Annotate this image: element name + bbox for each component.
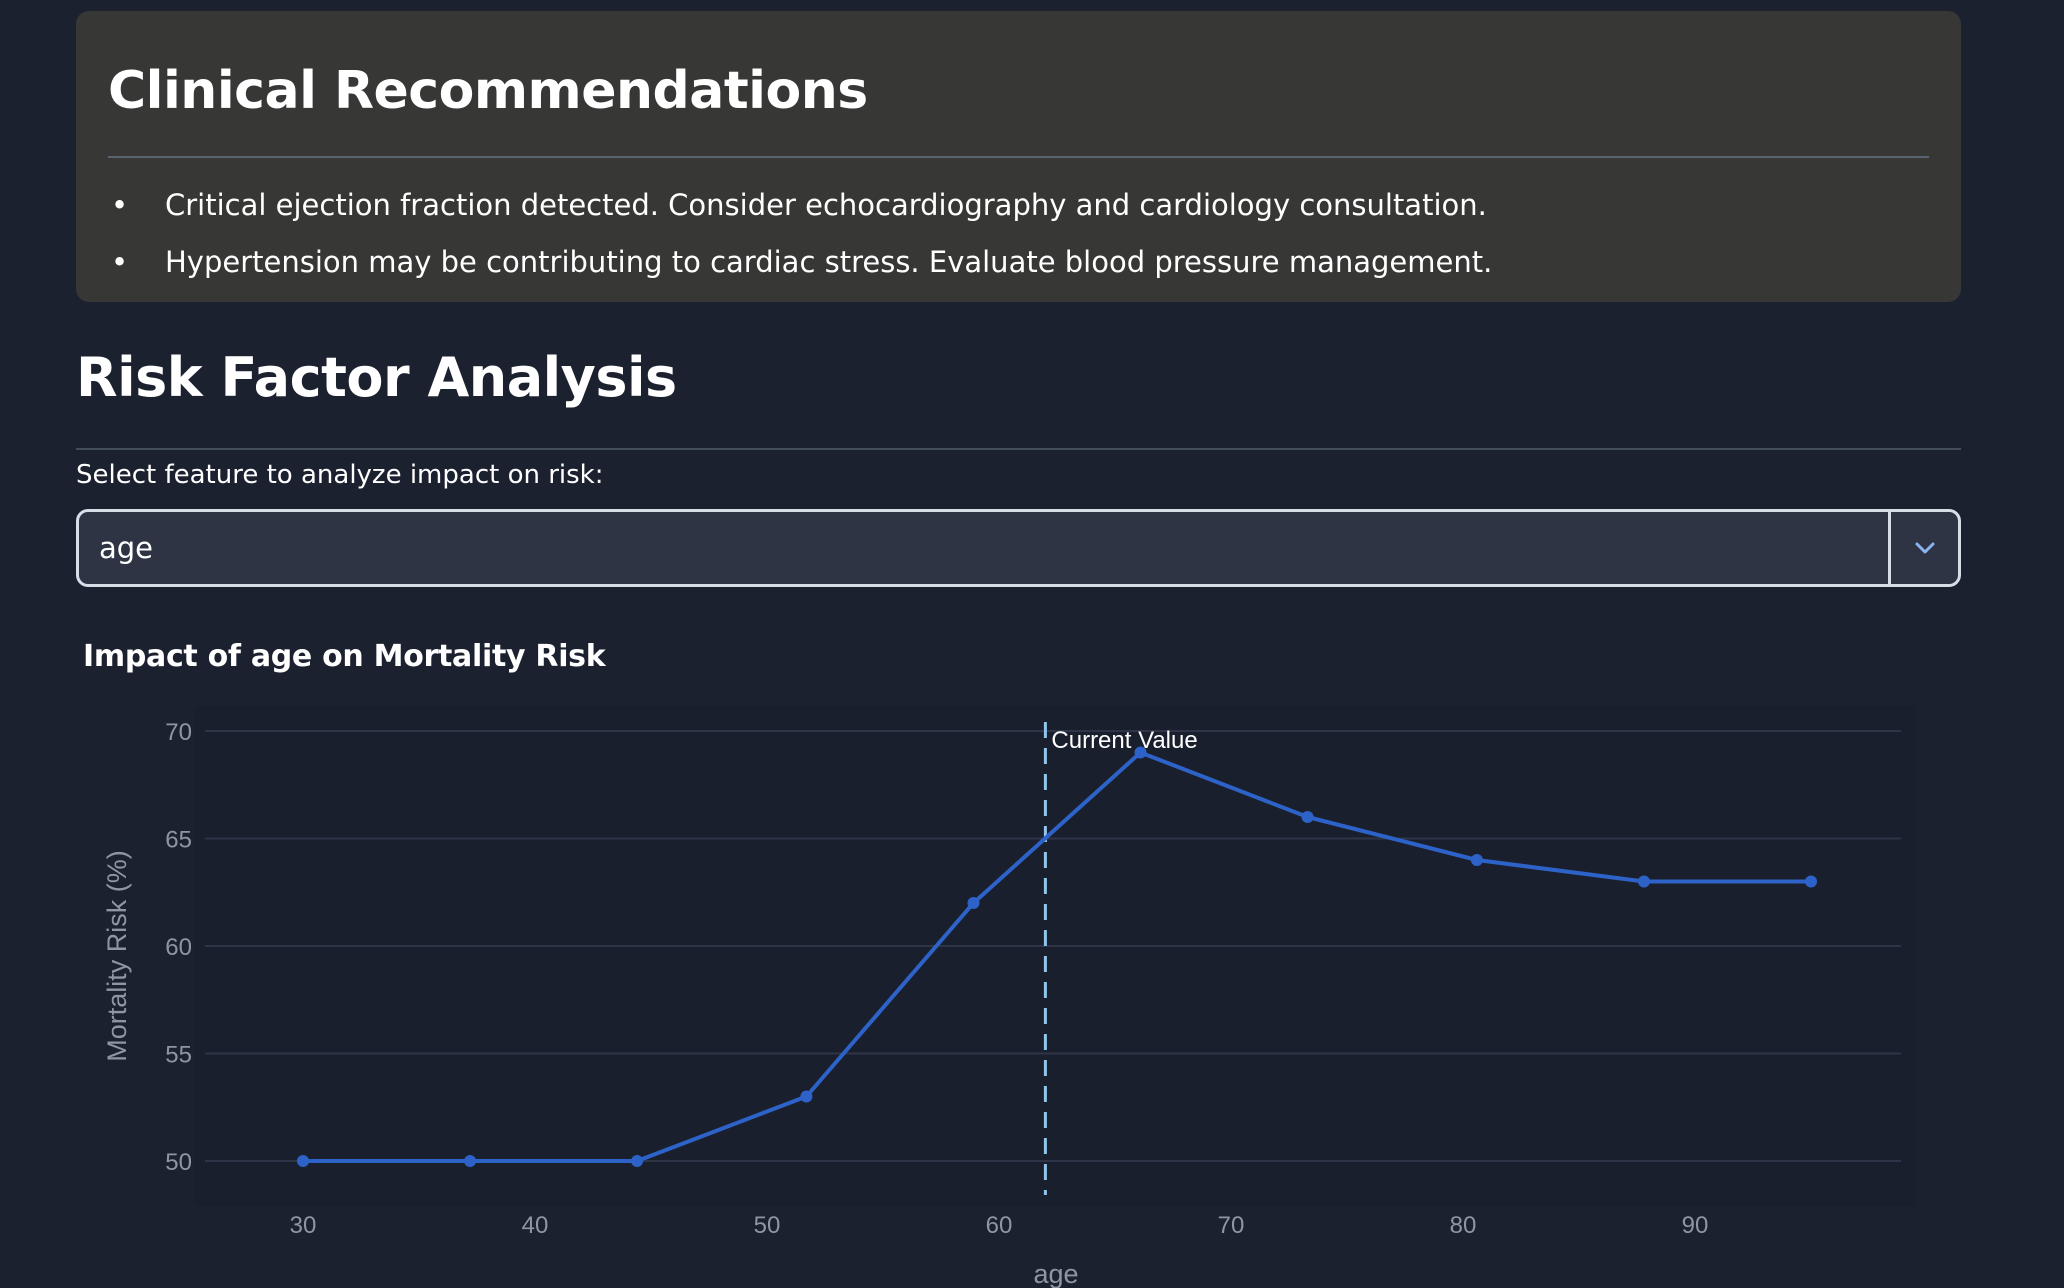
y-tick-label: 70 [165, 719, 192, 746]
y-axis-title: Mortality Risk (%) [102, 850, 132, 1062]
x-tick-label: 60 [986, 1212, 1013, 1239]
x-tick-label: 30 [290, 1212, 317, 1239]
data-point [1637, 875, 1650, 888]
x-tick-label: 70 [1218, 1212, 1245, 1239]
data-point [1470, 854, 1483, 866]
y-tick-label: 65 [165, 827, 192, 854]
x-axis-title: age [1033, 1259, 1078, 1288]
plot-area [195, 706, 1916, 1206]
data-point [1301, 811, 1314, 823]
x-tick-label: 50 [754, 1212, 781, 1239]
page: Clinical Recommendations • Critical ejec… [0, 0, 2064, 1288]
x-tick-label: 90 [1682, 1212, 1709, 1239]
y-tick-label: 50 [165, 1149, 192, 1176]
data-point [800, 1090, 813, 1103]
current-value-label: Current Value [1051, 727, 1197, 754]
data-point [297, 1155, 309, 1167]
x-tick-label: 80 [1450, 1212, 1477, 1239]
data-point [1805, 875, 1817, 888]
y-tick-label: 55 [165, 1042, 192, 1069]
risk-chart: 50 55 60 65 70 30 40 50 60 70 80 90 age Mortality Ris… [102, 706, 1916, 1288]
data-point [1134, 746, 1147, 759]
data-point [967, 897, 980, 909]
data-point [631, 1155, 644, 1167]
x-tick-label: 40 [522, 1212, 549, 1239]
y-tick-label: 60 [165, 934, 192, 961]
data-point [464, 1155, 477, 1167]
